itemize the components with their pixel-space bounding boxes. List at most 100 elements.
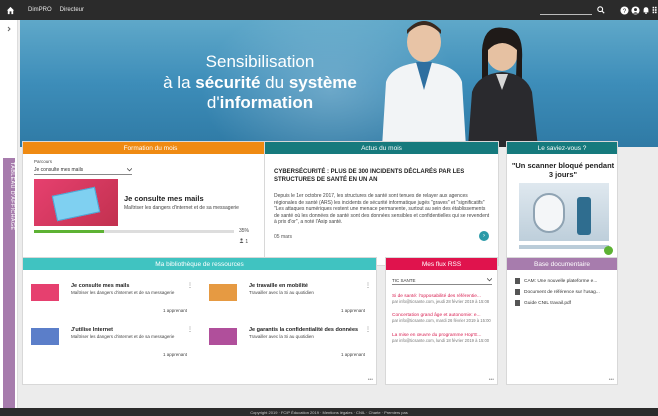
formation-progress-text: 35% bbox=[239, 228, 250, 234]
actus-title[interactable]: CYBERSÉCURITÉ : PLUS DE 300 INCIDENTS DÉ… bbox=[274, 169, 490, 184]
help-icon[interactable]: ? bbox=[619, 5, 629, 15]
rss-card: Mes flux RSS TIC SANTE Si de santé: l'op… bbox=[385, 257, 498, 385]
banner-line-2: à la sécurité du système bbox=[163, 72, 357, 92]
envelope-icon bbox=[51, 186, 101, 222]
resource-count: 1 apprenant bbox=[340, 352, 365, 357]
formation-progress-bar bbox=[34, 230, 234, 233]
chevron-down-icon bbox=[487, 278, 492, 282]
formation-description: Maîtriser les dangers d'internet et de s… bbox=[124, 205, 239, 211]
banner-line-1: Sensibilisation bbox=[205, 52, 315, 71]
resource-title[interactable]: Je travaille en mobilité bbox=[249, 283, 308, 289]
top-bar: DimPRO Directeur ? bbox=[0, 0, 658, 20]
resource-count: 1 apprenant bbox=[162, 352, 187, 357]
footer: Copyright 2019 · FCIP Éducation 2019 · M… bbox=[0, 408, 658, 416]
resource-item[interactable]: Je travaille en mobilité Travailler avec… bbox=[201, 272, 375, 316]
bibliotheque-header: Ma bibliothèque de ressources bbox=[23, 258, 376, 270]
rss-item-meta: par info@ticsante.com, jeudi 28 février … bbox=[392, 299, 490, 304]
tab-tableau-affichage[interactable]: TABLEAU D'AFFICHAGE bbox=[3, 158, 15, 416]
document-link[interactable]: CAM: Une nouvelle plateforme e... bbox=[515, 278, 597, 284]
actus-header: Actus du mois bbox=[265, 142, 498, 154]
rss-item-meta: par info@ticsante.com, mardi 26 février … bbox=[392, 318, 491, 323]
actus-date: 05 mars bbox=[274, 234, 293, 240]
actus-card: Actus du mois CYBERSÉCURITÉ : PLUS DE 30… bbox=[264, 141, 499, 266]
formation-header: Formation du mois bbox=[23, 142, 278, 154]
more-icon[interactable]: ••• bbox=[609, 377, 614, 383]
rss-header: Mes flux RSS bbox=[386, 258, 497, 270]
resource-thumbnail bbox=[31, 328, 59, 345]
scanner-machine-illustration bbox=[533, 193, 565, 233]
rss-item[interactable]: Si de santé: l'opposabilité des référent… bbox=[392, 294, 494, 304]
resource-description: Maîtriser les dangers d'internet et de s… bbox=[71, 290, 175, 295]
kebab-menu-icon[interactable]: ⋮ bbox=[365, 326, 371, 333]
formation-card: Formation du mois Parcours Je consulte m… bbox=[22, 141, 279, 266]
banner-characters-illustration bbox=[382, 21, 538, 147]
kebab-menu-icon[interactable]: ⋮ bbox=[187, 282, 193, 289]
rss-item[interactable]: La mise en œuvre du programme Hop'E... p… bbox=[392, 333, 494, 343]
app-name-link[interactable]: DimPRO bbox=[28, 7, 52, 13]
resource-description: Travailler avec la Si au quotidien bbox=[249, 334, 314, 339]
banner-line-3: d'information bbox=[206, 93, 314, 113]
document-icon bbox=[515, 300, 520, 306]
kebab-menu-icon[interactable]: ⋮ bbox=[365, 282, 371, 289]
grid-icon[interactable] bbox=[651, 5, 658, 15]
go-icon[interactable] bbox=[604, 246, 613, 255]
more-icon[interactable]: ••• bbox=[489, 377, 494, 383]
document-title[interactable]: Document de référence sur l'usag... bbox=[524, 290, 600, 295]
savez-title[interactable]: "Un scanner bloqué pendant 3 jours" bbox=[511, 161, 615, 179]
home-button[interactable] bbox=[0, 0, 20, 20]
progress-fill bbox=[34, 230, 104, 233]
user-icon[interactable] bbox=[630, 5, 640, 15]
resource-thumbnail bbox=[31, 284, 59, 301]
resource-item[interactable]: Je consulte mes mails Maîtriser les dang… bbox=[23, 272, 197, 316]
formation-participants: 1 bbox=[239, 238, 248, 245]
banner-title: Sensibilisation à la sécurité du système… bbox=[140, 52, 380, 114]
document-icon bbox=[515, 278, 520, 284]
formation-title[interactable]: Je consulte mes mails bbox=[124, 194, 204, 203]
doctor-illustration bbox=[577, 197, 591, 235]
image-caption-bar bbox=[519, 241, 609, 245]
resource-thumbnail bbox=[209, 328, 237, 345]
bibliotheque-card: Ma bibliothèque de ressources Je consult… bbox=[22, 257, 377, 385]
formation-thumbnail[interactable] bbox=[34, 179, 118, 226]
more-icon[interactable]: ••• bbox=[368, 377, 373, 383]
rss-item-meta: par info@ticsante.com, lundi 18 février … bbox=[392, 338, 490, 343]
scanner-image bbox=[519, 183, 609, 249]
resource-thumbnail bbox=[209, 284, 237, 301]
document-link[interactable]: Guide CNIL travail.pdf bbox=[515, 300, 571, 306]
search-input[interactable] bbox=[540, 14, 592, 15]
savez-header: Le saviez-vous ? bbox=[507, 142, 617, 154]
share-icon[interactable]: › bbox=[479, 231, 489, 241]
resource-item[interactable]: Je garantis la confidentialité des donné… bbox=[201, 316, 375, 360]
rss-item[interactable]: Concertation grand âge et autonomie: e..… bbox=[392, 313, 494, 323]
chevron-down-icon bbox=[127, 168, 132, 172]
left-rail: TABLEAU D'AFFICHAGE bbox=[0, 20, 18, 416]
resource-count: 1 apprenant bbox=[340, 308, 365, 313]
savez-vous-card: Le saviez-vous ? "Un scanner bloqué pend… bbox=[506, 141, 618, 266]
parcours-label: Parcours bbox=[34, 159, 53, 164]
home-icon bbox=[6, 6, 14, 14]
resource-description: Travailler avec la Si au quotidien bbox=[249, 290, 314, 295]
document-icon bbox=[515, 289, 520, 295]
user-icon bbox=[239, 238, 244, 243]
resource-count: 1 apprenant bbox=[162, 308, 187, 313]
kebab-menu-icon[interactable]: ⋮ bbox=[187, 326, 193, 333]
footer-links[interactable]: Copyright 2019 · FCIP Éducation 2019 · M… bbox=[250, 410, 407, 415]
actus-text: Depuis le 1er octobre 2017, les structur… bbox=[274, 193, 490, 225]
resource-title[interactable]: Je garantis la confidentialité des donné… bbox=[249, 327, 358, 333]
document-title[interactable]: Guide CNIL travail.pdf bbox=[524, 301, 571, 306]
menu-directeur[interactable]: Directeur bbox=[60, 7, 84, 13]
rss-feed-select[interactable]: TIC SANTE bbox=[392, 276, 492, 285]
document-title[interactable]: CAM: Une nouvelle plateforme e... bbox=[524, 279, 597, 284]
resource-title[interactable]: J'utilise Internet bbox=[71, 327, 113, 333]
bell-icon[interactable] bbox=[641, 5, 651, 15]
resource-item[interactable]: J'utilise Internet Maîtriser les dangers… bbox=[23, 316, 197, 360]
document-link[interactable]: Document de référence sur l'usag... bbox=[515, 289, 600, 295]
parcours-select[interactable]: Je consulte mes mails bbox=[34, 166, 132, 175]
resource-title[interactable]: Je consulte mes mails bbox=[71, 283, 129, 289]
parcours-select-value: Je consulte mes mails bbox=[34, 167, 84, 173]
base-documentaire-card: Base documentaire CAM: Une nouvelle plat… bbox=[506, 257, 618, 385]
basedoc-header: Base documentaire bbox=[507, 258, 617, 270]
resource-description: Maîtriser les dangers d'internet et de s… bbox=[71, 334, 175, 339]
search-icon[interactable] bbox=[596, 5, 606, 15]
chevron-right-icon[interactable] bbox=[5, 25, 13, 33]
